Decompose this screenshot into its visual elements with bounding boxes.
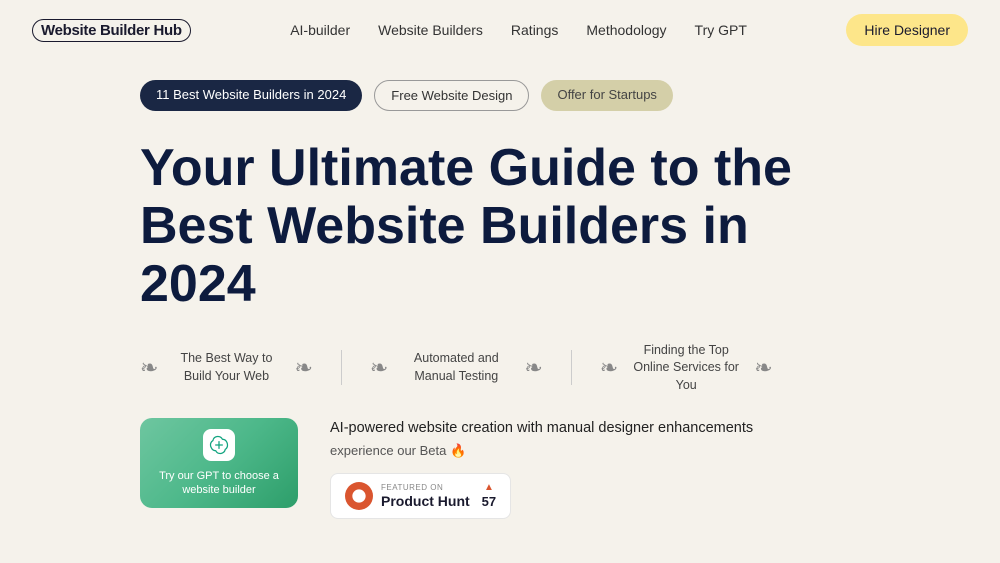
laurel-left-2: ❧ — [370, 357, 388, 379]
hire-designer-button[interactable]: Hire Designer — [846, 14, 968, 46]
navbar: Website Builder Hub AI-builder Website B… — [0, 0, 1000, 60]
laurel-left-1: ❧ — [140, 357, 158, 379]
trust-text-1: The Best Way to Build Your Web — [166, 350, 286, 385]
laurel-right-2: ❧ — [524, 357, 542, 379]
logo: Website Builder Hub — [32, 22, 191, 39]
gpt-card[interactable]: Try our GPT to choose a website builder — [140, 418, 298, 508]
gpt-description-block: AI-powered website creation with manual … — [330, 418, 753, 518]
gpt-sub-text: experience our Beta 🔥 — [330, 443, 753, 459]
bottom-row: Try our GPT to choose a website builder … — [140, 418, 860, 518]
trust-item-3: ❧ Finding the Top Online Services for Yo… — [572, 342, 801, 395]
laurel-right-1: ❧ — [294, 357, 312, 379]
openai-icon — [209, 435, 229, 455]
laurel-right-3: ❧ — [754, 357, 772, 379]
ph-vote-count: 57 — [482, 494, 496, 509]
badge-row: 11 Best Website Builders in 2024 Free We… — [140, 80, 860, 111]
product-hunt-badge[interactable]: FEATURED ON Product Hunt ▲ 57 — [330, 473, 511, 519]
gpt-desc: AI-powered website creation with manual … — [330, 418, 753, 458]
nav-links: AI-builder Website Builders Ratings Meth… — [290, 22, 747, 38]
laurel-left-3: ❧ — [600, 357, 618, 379]
nav-try-gpt[interactable]: Try GPT — [695, 22, 747, 38]
ph-text-block: FEATURED ON Product Hunt — [381, 483, 470, 509]
ph-arrow-icon: ▲ — [484, 482, 494, 493]
product-hunt-logo — [345, 482, 373, 510]
trust-badges-row: ❧ The Best Way to Build Your Web ❧ ❧ Aut… — [140, 342, 860, 395]
gpt-main-text: AI-powered website creation with manual … — [330, 418, 753, 438]
trust-text-3: Finding the Top Online Services for You — [626, 342, 746, 395]
nav-website-builders[interactable]: Website Builders — [378, 22, 483, 38]
ph-icon — [351, 488, 367, 504]
gpt-card-label: Try our GPT to choose a website builder — [150, 469, 288, 498]
ph-name: Product Hunt — [381, 493, 470, 509]
ph-count-block: ▲ 57 — [482, 482, 496, 509]
ph-label: FEATURED ON — [381, 483, 470, 492]
gpt-icon — [203, 429, 235, 461]
main-content: 11 Best Website Builders in 2024 Free We… — [0, 60, 1000, 519]
badge-best-builders[interactable]: 11 Best Website Builders in 2024 — [140, 80, 362, 111]
badge-free-design[interactable]: Free Website Design — [374, 80, 529, 111]
trust-item-1: ❧ The Best Way to Build Your Web ❧ — [140, 350, 342, 385]
nav-methodology[interactable]: Methodology — [586, 22, 666, 38]
trust-item-2: ❧ Automated and Manual Testing ❧ — [342, 350, 572, 385]
nav-ai-builder[interactable]: AI-builder — [290, 22, 350, 38]
nav-ratings[interactable]: Ratings — [511, 22, 558, 38]
hero-title: Your Ultimate Guide to the Best Website … — [140, 139, 840, 314]
badge-startups[interactable]: Offer for Startups — [541, 80, 672, 111]
trust-text-2: Automated and Manual Testing — [396, 350, 516, 385]
